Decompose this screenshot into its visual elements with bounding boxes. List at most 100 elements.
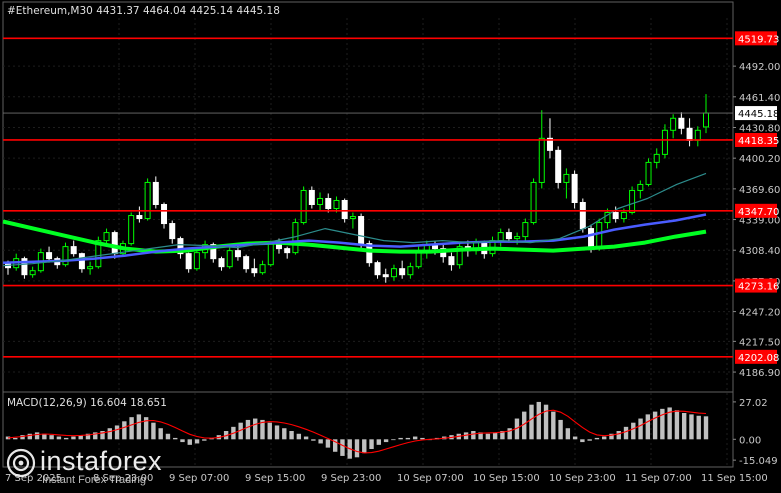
chart-title: #Ethereum,M30 4431.37 4464.04 4425.14 44… xyxy=(7,5,280,17)
candle-body xyxy=(522,222,529,238)
candle-body xyxy=(579,201,586,230)
candle-body xyxy=(555,149,562,183)
candle-body xyxy=(629,189,636,214)
candle-body xyxy=(497,232,504,242)
level-price-label: 4418.35 xyxy=(738,136,779,147)
macd-histogram-bar xyxy=(136,414,142,440)
candle-body xyxy=(111,232,118,255)
candle-body xyxy=(612,212,619,220)
macd-histogram-bar xyxy=(362,439,367,454)
candle-body xyxy=(87,266,94,270)
macd-histogram-bar xyxy=(623,426,629,440)
time-tick-label: 11 Sep 07:00 xyxy=(625,473,692,484)
macd-histogram-bar xyxy=(187,439,192,445)
macd-tick-label: -15.049 xyxy=(739,456,778,467)
candle-body xyxy=(152,181,159,206)
macd-histogram-bar xyxy=(107,428,112,440)
price-tick-label: 4492.00 xyxy=(739,62,780,73)
candle-body xyxy=(374,262,381,276)
candle-body xyxy=(571,173,578,203)
candle-body xyxy=(448,256,455,266)
candle-body xyxy=(563,173,570,183)
watermark-logo: instaforex Instant Forex Trading xyxy=(6,446,182,488)
macd-histogram-bar xyxy=(63,437,69,440)
macd-histogram-bar xyxy=(638,418,643,440)
macd-histogram-bar xyxy=(340,439,345,456)
macd-histogram-bar xyxy=(158,428,163,440)
candle-body xyxy=(349,216,356,220)
macd-histogram-bar xyxy=(13,437,18,440)
price-tick-label: 4369.60 xyxy=(739,185,780,196)
macd-histogram-bar xyxy=(536,401,541,440)
macd-histogram-bar xyxy=(173,437,178,440)
macd-histogram-bar xyxy=(391,439,396,441)
candle-body xyxy=(78,253,85,270)
candle-body xyxy=(103,232,110,242)
candle-body xyxy=(226,250,233,268)
candle-body xyxy=(694,129,701,141)
candle-body xyxy=(620,212,627,220)
candle-body xyxy=(46,252,53,260)
macd-histogram-bar xyxy=(485,433,491,440)
time-tick-label: 10 Sep 07:00 xyxy=(397,473,464,484)
macd-histogram-bar xyxy=(587,439,592,441)
macd-histogram-bar xyxy=(492,432,498,440)
candle-body xyxy=(325,197,332,210)
macd-tick-label: 27.02 xyxy=(739,398,768,409)
candle-body xyxy=(505,232,512,240)
candle-body xyxy=(185,253,192,270)
macd-histogram-bar xyxy=(253,418,258,440)
candle-body xyxy=(399,268,406,276)
macd-histogram-bar xyxy=(267,422,272,440)
macd-histogram-bar xyxy=(129,417,134,440)
candle-body xyxy=(218,258,225,268)
macd-histogram-bar xyxy=(194,439,200,444)
macd-histogram-bar xyxy=(696,415,701,440)
candle-body xyxy=(243,256,250,270)
macd-histogram-bar xyxy=(689,414,694,440)
price-tick-label: 4308.40 xyxy=(739,246,780,257)
candle-body xyxy=(251,268,258,274)
macd-histogram-bar xyxy=(572,436,578,440)
candle-body xyxy=(128,215,135,245)
macd-histogram-bar xyxy=(27,433,33,440)
candle-body xyxy=(703,112,709,128)
macd-histogram-bar xyxy=(318,439,323,444)
candle-body xyxy=(514,236,521,240)
candle-body xyxy=(29,270,36,276)
macd-histogram-bar xyxy=(551,411,556,440)
macd-histogram-bar xyxy=(376,439,382,445)
price-tick-label: 4400.20 xyxy=(739,154,780,165)
candle-body xyxy=(686,127,693,141)
level-price-label: 4347.70 xyxy=(738,207,779,218)
macd-histogram-bar xyxy=(383,439,389,443)
macd-histogram-bar xyxy=(412,436,418,440)
macd-histogram-bar xyxy=(529,404,534,440)
macd-histogram-bar xyxy=(289,431,294,440)
time-tick-label: 11 Sep 15:00 xyxy=(701,473,768,484)
level-price-label: 4202.08 xyxy=(738,353,779,364)
macd-histogram-bar xyxy=(652,411,658,440)
candle-body xyxy=(678,117,685,129)
level-price-label: 4519.73 xyxy=(738,34,779,45)
macd-histogram-bar xyxy=(114,425,120,440)
chart-area: 4492.00 4461.40 4430.80 4400.20 4369.60 4339.… xyxy=(0,0,781,489)
macd-histogram-bar xyxy=(180,439,185,443)
macd-histogram-bar xyxy=(471,431,476,440)
macd-histogram-bar xyxy=(398,437,403,440)
candle-body xyxy=(390,268,397,278)
macd-histogram-bar xyxy=(245,419,251,440)
macd-histogram-bar xyxy=(594,437,600,440)
candle-body xyxy=(653,153,660,163)
candle-body xyxy=(308,189,315,206)
macd-histogram-bar xyxy=(71,436,76,440)
macd-histogram-bar xyxy=(369,439,374,449)
macd-title: MACD(12,26,9) 16.604 18.651 xyxy=(7,397,167,409)
macd-histogram-bar xyxy=(405,437,411,440)
price-tick-label: 4217.50 xyxy=(739,337,780,348)
instaforex-logo-icon xyxy=(6,448,36,478)
price-tick-label: 4430.80 xyxy=(739,123,780,134)
time-tick-label: 10 Sep 23:00 xyxy=(549,473,616,484)
candle-body xyxy=(234,250,241,258)
candle-body xyxy=(169,223,176,240)
